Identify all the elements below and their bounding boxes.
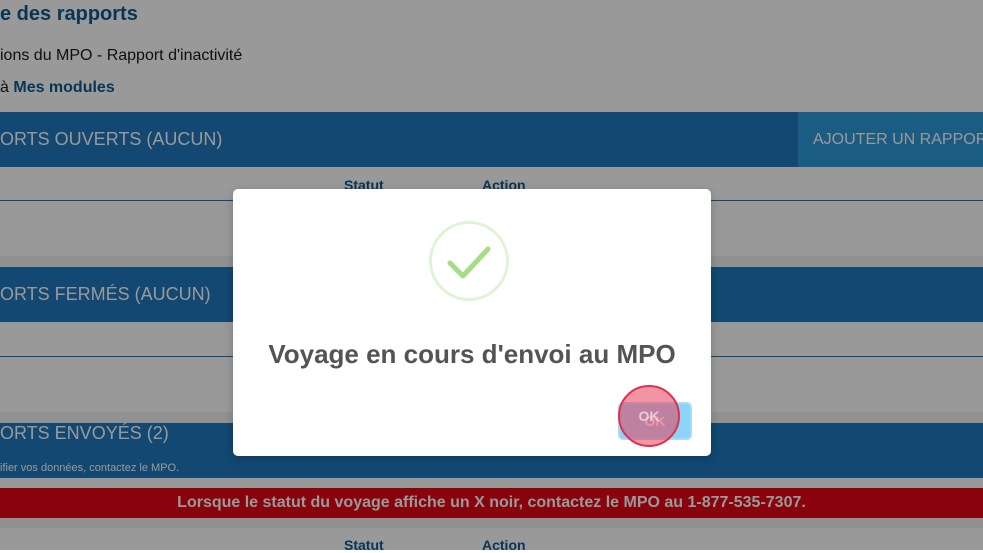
ok-button[interactable]: OK: [618, 402, 692, 440]
dialog-message: Voyage en cours d'envoi au MPO: [268, 339, 676, 369]
success-dialog: Voyage en cours d'envoi au MPO OK OK: [233, 189, 711, 456]
success-check-icon: [429, 221, 509, 301]
